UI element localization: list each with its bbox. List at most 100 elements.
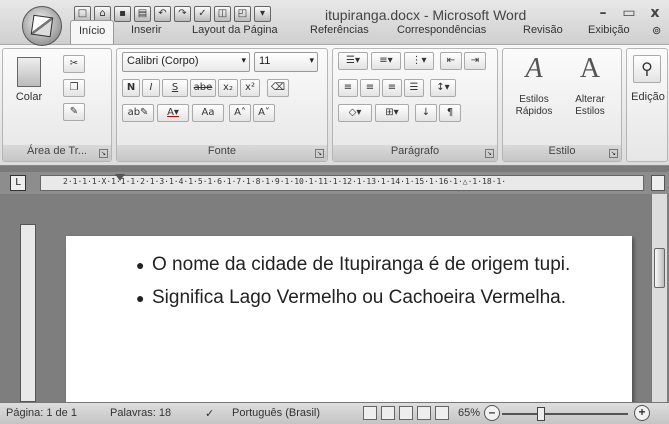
styles-launcher-icon[interactable]: ↘ — [609, 149, 618, 158]
chevron-down-icon: ▾ — [241, 55, 246, 65]
tab-correspondencias[interactable]: Correspondências — [397, 24, 486, 36]
zoom-in-icon[interactable]: + — [634, 405, 650, 421]
clipboard-group: Colar ✂ ❐ ✎ Área de Tr... ↘ — [2, 48, 112, 162]
ruler-marks: 2·1·1·1·X·1·1·1·2·1·3·1·4·1·5·1·6·1·7·1·… — [63, 177, 507, 186]
language-label[interactable]: Português (Brasil) — [232, 407, 320, 419]
bullets-icon[interactable]: ☰▾ — [338, 52, 368, 70]
align-left-icon[interactable]: ≡ — [338, 79, 358, 97]
draft-icon[interactable] — [435, 406, 449, 420]
font-group: Calibri (Corpo) ▾ 11 ▾ N I S abe x₂ x² ⌫… — [116, 48, 328, 162]
tab-revisao[interactable]: Revisão — [523, 24, 563, 36]
zoom-slider-thumb[interactable] — [536, 407, 545, 421]
increase-indent-icon[interactable]: ⇥ — [464, 52, 486, 70]
quick-styles-button[interactable]: A Estilos Rápidos — [507, 53, 561, 117]
tab-exibicao[interactable]: Exibição — [588, 24, 630, 36]
cut-icon[interactable]: ✂ — [63, 55, 85, 73]
bullet-text: Significa Lago Vermelho ou Cachoeira Ver… — [152, 287, 567, 308]
change-styles-icon: A — [579, 53, 601, 84]
paste-icon — [17, 57, 41, 87]
decrease-indent-icon[interactable]: ⇤ — [440, 52, 462, 70]
superscript-button[interactable]: x² — [240, 79, 260, 97]
help-icon[interactable]: ⊚ — [652, 24, 661, 37]
minimize-button[interactable]: – — [595, 5, 611, 21]
font-color-icon[interactable]: A▾ — [157, 104, 189, 122]
office-logo-icon — [30, 14, 54, 38]
tab-selector-icon[interactable]: L — [10, 175, 26, 191]
full-screen-reading-icon[interactable] — [381, 406, 395, 420]
list-item: ● O nome da cidade de Itupiranga é de or… — [136, 251, 586, 279]
clipboard-group-label: Área de Tr... — [3, 145, 111, 161]
align-right-icon[interactable]: ≡ — [382, 79, 402, 97]
vertical-ruler[interactable] — [20, 224, 36, 402]
close-button[interactable]: x — [647, 5, 663, 21]
office-button[interactable] — [22, 6, 62, 46]
word-count[interactable]: Palavras: 18 — [110, 407, 171, 419]
show-marks-icon[interactable]: ¶ — [439, 104, 461, 122]
bullet-icon: ● — [136, 257, 145, 273]
clear-formatting-icon[interactable]: ⌫ — [267, 79, 289, 97]
vertical-scrollbar[interactable] — [651, 194, 667, 402]
change-styles-label: Alterar Estilos — [575, 94, 605, 117]
subscript-button[interactable]: x₂ — [218, 79, 238, 97]
borders-icon[interactable]: ⊞▾ — [375, 104, 409, 122]
font-size-select[interactable]: 11 ▾ — [254, 52, 318, 72]
justify-icon[interactable]: ☰ — [404, 79, 424, 97]
italic-button[interactable]: I — [142, 79, 160, 97]
tab-layout[interactable]: Layout da Página — [192, 24, 278, 36]
web-layout-icon[interactable] — [399, 406, 413, 420]
copy-icon[interactable]: ❐ — [63, 79, 85, 97]
document-workspace: ● O nome da cidade de Itupiranga é de or… — [0, 194, 669, 406]
editing-group: ⚲ Edição — [626, 48, 668, 162]
editing-button[interactable]: Edição — [627, 91, 669, 103]
ruler-bar: L 2·1·1·1·X·1·1·1·2·1·3·1·4·1·5·1·6·1·7·… — [0, 172, 669, 194]
change-styles-button[interactable]: A Alterar Estilos — [563, 53, 617, 117]
format-painter-icon[interactable]: ✎ — [63, 103, 85, 121]
zoom-out-icon[interactable]: – — [484, 405, 500, 421]
outline-icon[interactable] — [417, 406, 431, 420]
numbering-icon[interactable]: ≡▾ — [371, 52, 401, 70]
view-ruler-icon[interactable] — [651, 175, 665, 191]
change-case-button[interactable]: Aa — [192, 104, 224, 122]
bold-button[interactable]: N — [122, 79, 140, 97]
font-size-value: 11 — [259, 55, 271, 67]
paragraph-group-label: Parágrafo — [333, 145, 497, 161]
paste-label: Colar — [15, 91, 43, 103]
first-line-indent-icon[interactable] — [115, 174, 125, 181]
font-name-select[interactable]: Calibri (Corpo) ▾ — [122, 52, 250, 72]
tab-inicio[interactable]: Início — [70, 20, 115, 45]
multilevel-list-icon[interactable]: ⋮▾ — [404, 52, 434, 70]
tab-referencias[interactable]: Referências — [310, 24, 369, 36]
paragraph-group: ☰▾ ≡▾ ⋮▾ ⇤ ⇥ ≡ ≡ ≡ ☰ ↕▾ ◇▾ ⊞▾ ↓ ¶ Parágr… — [332, 48, 498, 162]
strikethrough-button[interactable]: abe — [190, 79, 216, 97]
status-bar: Página: 1 de 1 Palavras: 18 ✓ Português … — [0, 402, 669, 424]
paragraph-launcher-icon[interactable]: ↘ — [485, 149, 494, 158]
font-launcher-icon[interactable]: ↘ — [315, 149, 324, 158]
tab-inserir[interactable]: Inserir — [131, 24, 162, 36]
sort-icon[interactable]: ↓ — [415, 104, 437, 122]
scroll-thumb[interactable] — [654, 248, 665, 288]
shading-icon[interactable]: ◇▾ — [338, 104, 372, 122]
font-name-value: Calibri (Corpo) — [127, 55, 199, 67]
document-page[interactable]: ● O nome da cidade de Itupiranga é de or… — [66, 236, 632, 406]
maximize-button[interactable]: ▭ — [621, 5, 637, 21]
zoom-level[interactable]: 65% — [458, 407, 480, 419]
line-spacing-icon[interactable]: ↕▾ — [430, 79, 456, 97]
quick-styles-label: Estilos Rápidos — [515, 94, 553, 117]
document-body[interactable]: ● O nome da cidade de Itupiranga é de or… — [136, 251, 586, 317]
proofing-icon[interactable]: ✓ — [205, 407, 214, 420]
highlight-icon[interactable]: ab✎ — [122, 104, 154, 122]
find-icon[interactable]: ⚲ — [633, 55, 661, 83]
horizontal-ruler[interactable]: 2·1·1·1·X·1·1·1·2·1·3·1·4·1·5·1·6·1·7·1·… — [40, 174, 644, 191]
shrink-font-button[interactable]: A˅ — [253, 104, 275, 122]
paste-button[interactable]: Colar — [9, 57, 49, 103]
zoom-slider[interactable] — [502, 413, 628, 415]
ribbon: Colar ✂ ❐ ✎ Área de Tr... ↘ Calibri (Cor… — [0, 44, 669, 166]
align-center-icon[interactable]: ≡ — [360, 79, 380, 97]
bullet-icon: ● — [136, 290, 145, 306]
clipboard-launcher-icon[interactable]: ↘ — [99, 149, 108, 158]
underline-button[interactable]: S — [162, 79, 188, 97]
chevron-down-icon: ▾ — [309, 55, 314, 65]
page-count[interactable]: Página: 1 de 1 — [6, 407, 77, 419]
print-layout-icon[interactable] — [363, 406, 377, 420]
grow-font-button[interactable]: A˄ — [229, 104, 251, 122]
